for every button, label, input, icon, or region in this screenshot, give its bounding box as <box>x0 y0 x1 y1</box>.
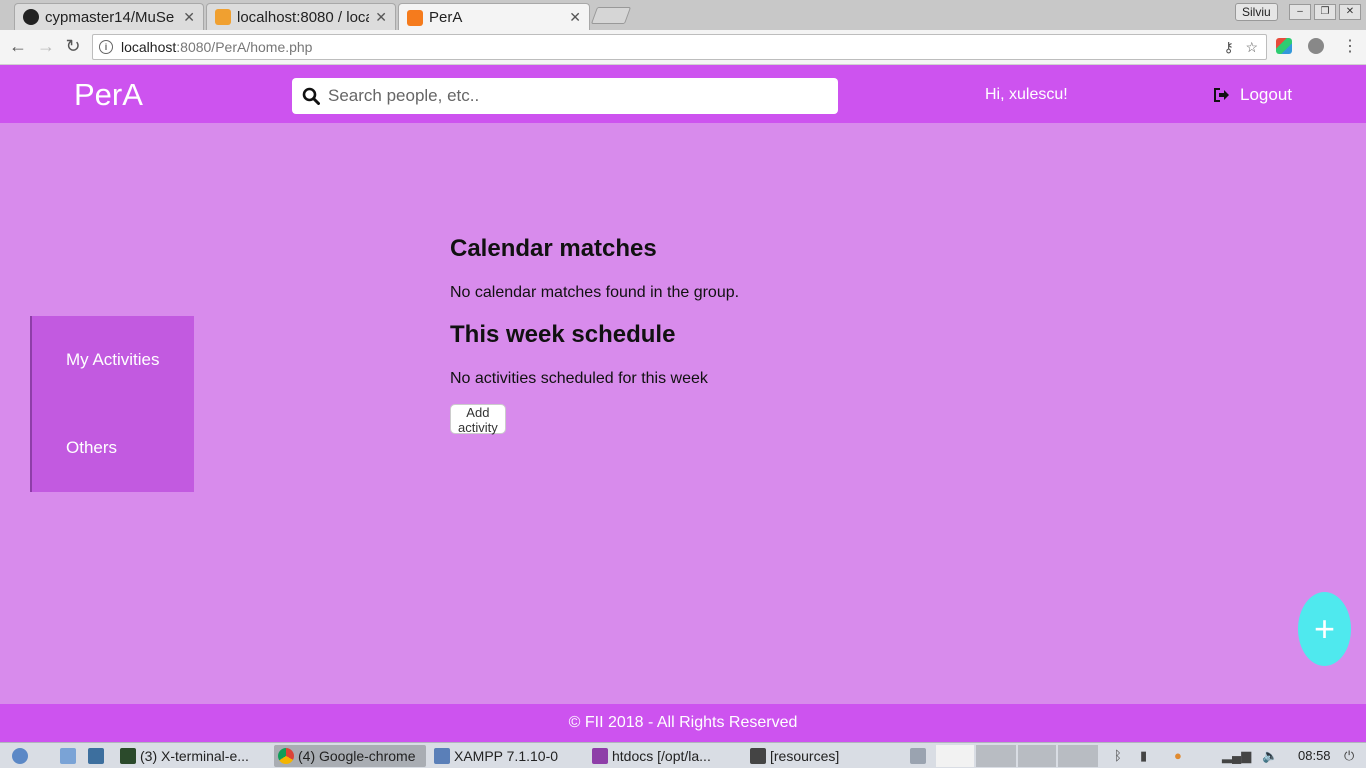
tab-title: cypmaster14/MuSe <box>45 8 175 26</box>
chrome-icon <box>278 748 294 764</box>
workspace-3[interactable] <box>1018 745 1056 767</box>
taskbar-item-resources[interactable]: [resources] <box>746 745 896 767</box>
footer: © FII 2018 - All Rights Reserved <box>0 704 1366 742</box>
terminal-icon <box>120 748 136 764</box>
tab-title: PerA <box>429 9 463 26</box>
show-desktop-icon[interactable] <box>56 745 82 767</box>
window-icon <box>434 748 450 764</box>
browser-tab[interactable]: cypmaster14/MuSe ✕ <box>14 3 204 30</box>
profile-button[interactable]: Silviu <box>1235 3 1278 21</box>
forward-icon[interactable]: → <box>36 36 56 57</box>
add-fab-button[interactable]: + <box>1298 592 1351 666</box>
minimize-icon[interactable]: – <box>1289 4 1311 20</box>
address-bar[interactable]: i localhost:8080/PerA/home.php ⚷ ☆ <box>92 34 1267 60</box>
back-icon[interactable]: ← <box>8 36 28 57</box>
calendar-empty-text: No calendar matches found in the group. <box>450 284 740 301</box>
sidebar-item-my-activities[interactable]: My Activities <box>66 350 160 370</box>
schedule-heading: This week schedule <box>450 321 676 348</box>
taskbar-item-xampp[interactable]: XAMPP 7.1.10-0 <box>430 745 580 767</box>
app-launcher-icon[interactable] <box>84 745 110 767</box>
footer-text: FII 2018 - All Rights Reserved <box>584 714 798 731</box>
logout-link[interactable]: Logout <box>1214 85 1292 105</box>
browser-tabstrip: cypmaster14/MuSe ✕ localhost:8080 / loca… <box>0 0 1366 31</box>
menu-icon[interactable]: ⋮ <box>1340 36 1360 56</box>
reload-icon[interactable]: ↻ <box>63 36 83 57</box>
workspace-4[interactable] <box>1058 745 1098 767</box>
copyright-icon: © <box>568 714 581 731</box>
extension-icon[interactable] <box>1276 38 1292 54</box>
bluetooth-icon[interactable]: ᛒ <box>1114 748 1122 763</box>
bookmark-star-icon[interactable]: ☆ <box>1245 39 1258 55</box>
tab-title: localhost:8080 / loca <box>237 8 370 26</box>
workspace-switcher[interactable] <box>906 745 932 767</box>
search-box[interactable] <box>292 78 838 114</box>
url-host: localhost <box>121 39 177 55</box>
new-tab-button[interactable] <box>590 7 632 24</box>
taskbar-item-chrome[interactable]: (4) Google-chrome <box>274 745 426 767</box>
calendar-heading: Calendar matches <box>450 235 657 262</box>
close-icon[interactable]: ✕ <box>375 9 387 26</box>
close-icon[interactable]: ✕ <box>569 9 581 26</box>
battery-icon[interactable]: ▮ <box>1140 748 1147 764</box>
search-icon <box>302 87 320 105</box>
network-icon[interactable]: ▂▄▆ <box>1222 748 1251 764</box>
taskbar-item-terminal[interactable]: (3) X-terminal-e... <box>116 745 270 767</box>
xampp-icon <box>407 9 423 26</box>
taskbar-label: [resources] <box>770 748 840 764</box>
restore-icon[interactable]: ❐ <box>1314 4 1336 20</box>
phpmyadmin-icon <box>215 9 231 25</box>
app-header: PerA Hi, xulescu! Logout <box>0 65 1366 123</box>
browser-tab[interactable]: localhost:8080 / loca ✕ <box>206 3 396 30</box>
omnibox-actions: ⚷ ☆ <box>1224 39 1259 56</box>
user-greeting: Hi, xulescu! <box>985 86 1068 103</box>
phpstorm-icon <box>592 748 608 764</box>
close-icon[interactable]: ✕ <box>183 9 195 26</box>
taskbar-label: (4) Google-chrome <box>298 748 416 764</box>
info-icon[interactable]: i <box>99 40 113 54</box>
extension-bulb-icon[interactable] <box>1308 38 1324 54</box>
workspace-2[interactable] <box>976 745 1016 767</box>
add-activity-button[interactable]: Add activity <box>450 404 506 435</box>
sidebar: My Activities Others <box>30 316 194 492</box>
power-icon[interactable]: ⏻ <box>1344 748 1354 764</box>
search-input[interactable] <box>328 86 808 106</box>
window-close-icon[interactable]: ✕ <box>1339 4 1361 20</box>
taskbar-label: (3) X-terminal-e... <box>140 748 249 764</box>
key-icon[interactable]: ⚷ <box>1224 39 1234 55</box>
os-taskbar: (3) X-terminal-e... (4) Google-chrome XA… <box>0 742 1366 768</box>
taskbar-clock: 08:58 <box>1298 748 1331 763</box>
logout-icon <box>1214 88 1229 102</box>
logout-label: Logout <box>1240 85 1292 104</box>
browser-toolbar: ← → ↻ i localhost:8080/PerA/home.php ⚷ ☆… <box>0 30 1366 65</box>
volume-icon[interactable]: 🔈 <box>1262 748 1278 764</box>
folder-icon <box>750 748 766 764</box>
sidebar-item-others[interactable]: Others <box>66 438 117 458</box>
workspace-1[interactable] <box>936 745 974 767</box>
taskbar-label: XAMPP 7.1.10-0 <box>454 748 559 764</box>
browser-tab-active[interactable]: PerA ✕ <box>398 3 590 31</box>
taskbar-label: htdocs [/opt/la... <box>612 748 711 764</box>
update-icon[interactable]: ● <box>1174 748 1182 763</box>
taskbar-item-phpstorm[interactable]: htdocs [/opt/la... <box>588 745 738 767</box>
schedule-empty-text: No activities scheduled for this week <box>450 370 708 387</box>
start-menu-icon[interactable] <box>8 745 42 767</box>
github-icon <box>23 9 39 25</box>
url-path: :8080/PerA/home.php <box>176 39 313 55</box>
app-logo[interactable]: PerA <box>74 77 143 113</box>
